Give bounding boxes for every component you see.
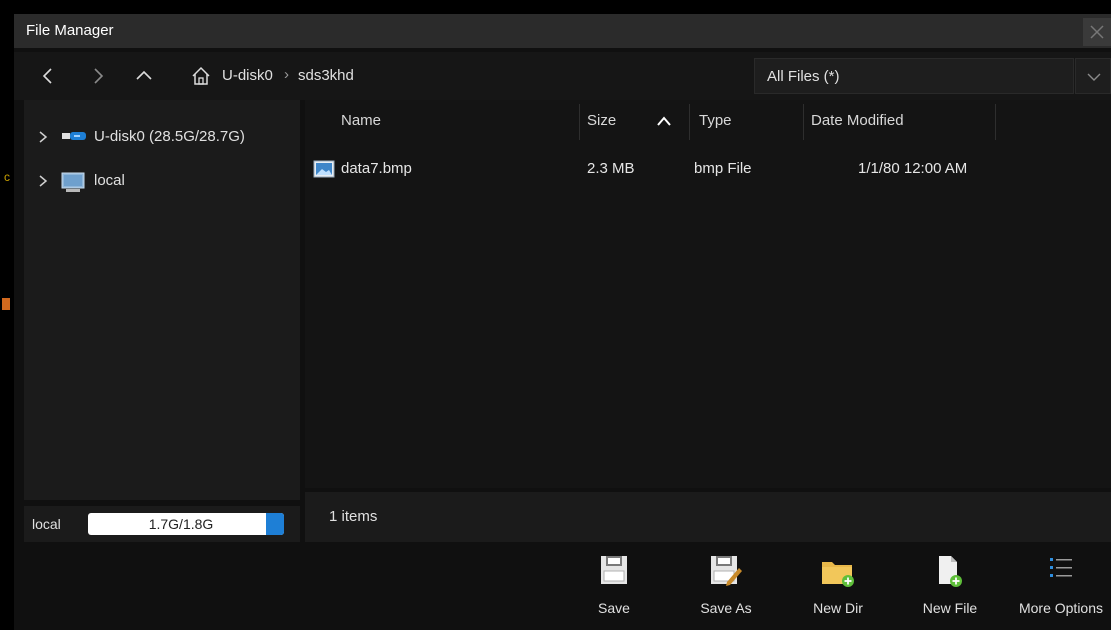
home-button[interactable] (190, 65, 212, 91)
new-file-button[interactable]: New File (900, 548, 1000, 630)
item-count: 1 items (329, 508, 378, 525)
file-size: 2.3 MB (587, 160, 635, 177)
up-button[interactable] (132, 64, 156, 88)
new-file-icon (939, 556, 962, 587)
title-bar: File Manager (14, 14, 1111, 48)
sort-ascending-icon (657, 116, 671, 126)
close-button[interactable] (1083, 18, 1111, 46)
new-file-label: New File (922, 600, 978, 616)
filter-dropdown-button[interactable] (1075, 58, 1111, 94)
column-divider (579, 104, 580, 140)
chevron-up-icon (136, 70, 152, 80)
new-folder-icon (822, 562, 854, 587)
storage-status: local 1.7G/1.8G (24, 506, 300, 542)
save-as-icon (711, 556, 742, 586)
navigation-bar: U-disk0 › sds3khd All Files (*) (14, 52, 1111, 100)
file-type: bmp File (694, 160, 752, 177)
more-options-label: More Options (1018, 600, 1104, 616)
new-dir-button[interactable]: New Dir (788, 548, 888, 630)
forward-button[interactable] (86, 64, 110, 88)
save-as-button[interactable]: Save As (676, 548, 776, 630)
storage-label: local (32, 516, 61, 532)
edge-mark: c (4, 170, 10, 184)
tree-item-u-disk0[interactable]: U-disk0 (28.5G/28.7G) (24, 124, 300, 150)
column-header-name[interactable]: Name (341, 112, 381, 129)
background-edge: c (0, 0, 14, 630)
close-icon (1090, 25, 1104, 39)
save-label: Save (598, 600, 630, 616)
column-divider (995, 104, 996, 140)
home-icon (192, 66, 210, 85)
save-as-label: Save As (700, 600, 752, 616)
back-button[interactable] (36, 64, 60, 88)
file-filter-value: All Files (*) (767, 68, 840, 85)
more-options-button[interactable]: More Options (1011, 548, 1111, 630)
action-toolbar: Save Save As New Dir New File More Optio… (14, 548, 1111, 630)
column-header-size[interactable]: Size (587, 112, 616, 129)
new-dir-label: New Dir (813, 600, 863, 616)
column-header-type[interactable]: Type (699, 112, 732, 129)
file-row[interactable]: data7.bmp 2.3 MB bmp File 1/1/80 12:00 A… (305, 156, 1111, 186)
file-date-modified: 1/1/80 12:00 AM (858, 160, 968, 177)
save-button[interactable]: Save (564, 548, 664, 630)
tree-item-label: U-disk0 (28.5G/28.7G) (94, 128, 245, 145)
storage-usage-bar: 1.7G/1.8G (88, 513, 284, 535)
expand-arrow-icon (39, 131, 48, 143)
save-icon (601, 556, 627, 584)
breadcrumb-sds3khd[interactable]: sds3khd (298, 67, 354, 84)
file-list: Name Size Type Date Modified data7.bmp 2… (305, 100, 1111, 488)
tree-item-label: local (94, 172, 125, 189)
column-headers: Name Size Type Date Modified (305, 100, 1111, 144)
tree-item-local[interactable]: local (24, 168, 300, 194)
breadcrumb-u-disk0[interactable]: U-disk0 (222, 67, 273, 84)
folder-tree: U-disk0 (28.5G/28.7G) local (24, 100, 300, 500)
column-header-date-modified[interactable]: Date Modified (811, 112, 904, 129)
usb-drive-icon (62, 132, 86, 140)
status-bar: 1 items (305, 492, 1111, 542)
chevron-down-icon (1087, 73, 1101, 81)
column-divider (689, 104, 690, 140)
file-name: data7.bmp (341, 160, 412, 177)
computer-icon (61, 172, 85, 192)
file-manager-window: File Manager U-disk0 › sds3khd All Files… (14, 14, 1111, 630)
column-divider (803, 104, 804, 140)
breadcrumb-separator: › (284, 66, 289, 83)
chevron-right-icon (94, 68, 104, 84)
chevron-left-icon (42, 68, 52, 84)
image-file-icon (313, 160, 335, 178)
list-icon (1050, 558, 1072, 577)
window-title: File Manager (26, 22, 114, 39)
file-filter-select[interactable]: All Files (*) (754, 58, 1111, 94)
edge-marker (2, 298, 10, 310)
expand-arrow-icon (39, 175, 48, 187)
storage-usage-text: 1.7G/1.8G (148, 516, 214, 532)
